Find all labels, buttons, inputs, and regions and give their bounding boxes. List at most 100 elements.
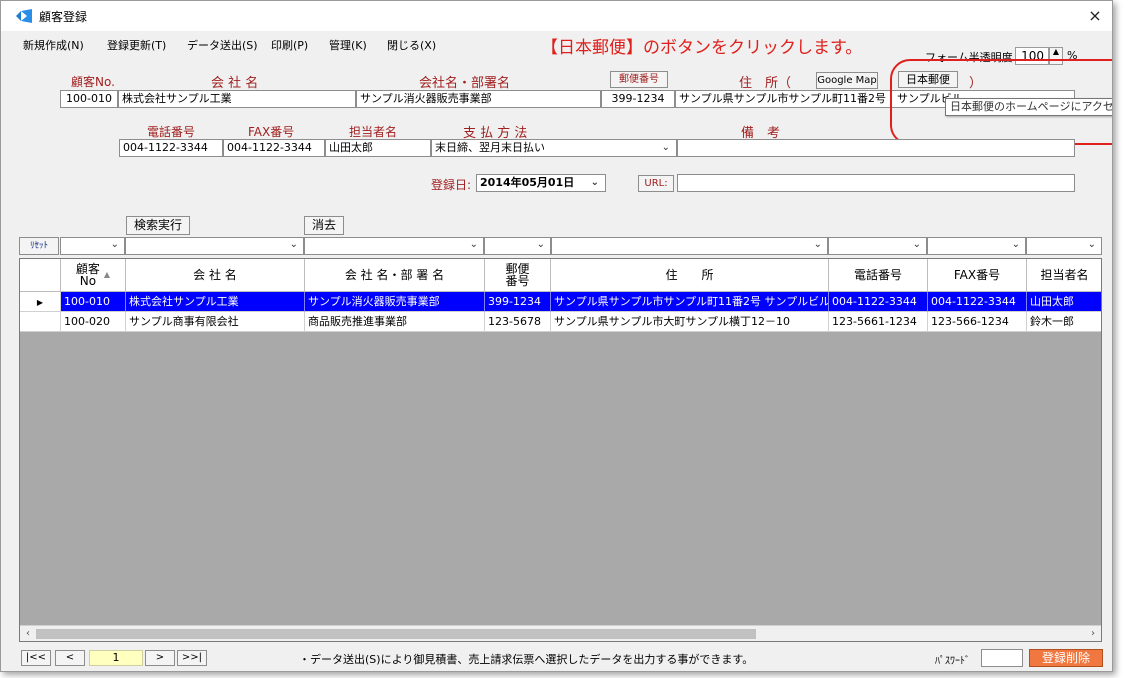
label-fax: FAX番号 (248, 125, 295, 139)
cell-company[interactable]: サンプル商事有限会社 (126, 312, 305, 332)
phone-field[interactable]: 004-1122-3344 (119, 139, 223, 157)
cell-phone[interactable]: 123-5661-1234 (829, 312, 928, 332)
label-phone: 電話番号 (147, 125, 196, 139)
row-selector[interactable]: ▶ (20, 292, 61, 312)
menu-manage[interactable]: 管理(K) (329, 37, 367, 53)
cell-department[interactable]: 商品販売推進事業部 (305, 312, 485, 332)
filter-department[interactable]: ⌄ (304, 237, 484, 255)
url-label: URL: (638, 175, 674, 192)
cell-address[interactable]: サンプル県サンプル市大町サンプル横丁12－10 (551, 312, 829, 332)
header-company[interactable]: 会 社 名 (126, 259, 305, 292)
cell-phone[interactable]: 004-1122-3344 (829, 292, 928, 312)
menu-update[interactable]: 登録更新(T) (107, 37, 166, 53)
contact-field[interactable]: 山田太郎 (325, 139, 431, 157)
prev-page-button[interactable]: < (55, 650, 85, 666)
cell-company[interactable]: 株式会社サンプル工業 (126, 292, 305, 312)
header-postal[interactable]: 郵便 番号 (485, 259, 551, 292)
chevron-down-icon: ⌄ (110, 239, 119, 250)
chevron-down-icon: ⌄ (1011, 239, 1020, 250)
menu-new[interactable]: 新規作成(N) (23, 37, 84, 53)
header-fax[interactable]: FAX番号 (928, 259, 1027, 292)
postal-code-button[interactable]: 郵便番号 (610, 71, 668, 88)
cell-postal[interactable]: 399-1234 (485, 292, 551, 312)
cell-customer-no[interactable]: 100-020 (61, 312, 126, 332)
scroll-left-icon[interactable]: ‹ (20, 626, 36, 641)
header-customer-no[interactable]: 顧客 No ▲ (61, 259, 126, 292)
cell-contact[interactable]: 鈴木一郎 (1027, 312, 1101, 332)
cell-postal[interactable]: 123-5678 (485, 312, 551, 332)
remarks-field[interactable] (677, 139, 1075, 157)
sort-asc-icon: ▲ (103, 270, 111, 279)
page-number[interactable]: 1 (89, 650, 143, 666)
filter-postal[interactable]: ⌄ (484, 237, 551, 255)
label-contact: 担当者名 (349, 125, 398, 139)
row-selector[interactable] (20, 312, 61, 332)
label-reg-date: 登録日: (431, 178, 472, 192)
window-title: 顧客登録 (39, 10, 88, 24)
table-row[interactable]: ▶ 100-010 株式会社サンプル工業 サンプル消火器販売事業部 399-12… (20, 292, 1101, 312)
filter-phone[interactable]: ⌄ (828, 237, 927, 255)
company-field[interactable]: 株式会社サンプル工業 (118, 90, 356, 108)
search-button[interactable]: 検索実行 (126, 216, 190, 235)
url-field[interactable] (677, 174, 1075, 192)
password-input[interactable] (981, 649, 1023, 667)
table-row[interactable]: 100-020 サンプル商事有限会社 商品販売推進事業部 123-5678 サン… (20, 312, 1101, 332)
last-page-button[interactable]: >>| (177, 650, 207, 666)
cell-contact[interactable]: 山田太郎 (1027, 292, 1101, 312)
header-department[interactable]: 会 社 名・部 署 名 (305, 259, 485, 292)
google-map-button[interactable]: Google Map (816, 72, 878, 89)
annotation-circle (890, 59, 1112, 145)
label-department: 会社名・部署名 (419, 76, 511, 91)
password-label: ﾊﾟｽﾜｰﾄﾞ (935, 656, 970, 667)
chevron-down-icon: ⌄ (536, 239, 545, 250)
spin-up-icon: ▲ (1052, 47, 1060, 56)
instruction-annotation: 【日本郵便】のボタンをクリックします。 (541, 38, 863, 58)
reset-button[interactable]: ﾘｾｯﾄ (19, 237, 59, 255)
header-contact[interactable]: 担当者名 (1027, 259, 1101, 292)
chevron-down-icon: ⌄ (813, 239, 822, 250)
scroll-right-icon[interactable]: › (1085, 626, 1101, 641)
chevron-down-icon: ⌄ (912, 239, 921, 250)
cell-customer-no[interactable]: 100-010 (61, 292, 126, 312)
filter-customer-no[interactable]: ⌄ (60, 237, 125, 255)
cell-fax[interactable]: 123-566-1234 (928, 312, 1027, 332)
menu-send-data[interactable]: データ送出(S) (187, 37, 258, 53)
chevron-down-icon: ⌄ (289, 239, 298, 250)
menu-print[interactable]: 印刷(P) (271, 37, 308, 53)
scroll-thumb[interactable] (36, 629, 756, 639)
close-button[interactable]: × (1084, 5, 1106, 27)
delete-button[interactable]: 登録削除 (1029, 649, 1103, 667)
next-page-button[interactable]: > (145, 650, 175, 666)
status-bar: |<< < 1 > >>| ・データ送出(S)により御見積書、売上請求伝票へ選択… (19, 648, 1109, 668)
chevron-down-icon: ⌄ (1087, 239, 1096, 250)
filter-contact[interactable]: ⌄ (1026, 237, 1102, 255)
fax-field[interactable]: 004-1122-3344 (223, 139, 325, 157)
cell-address[interactable]: サンプル県サンプル市サンプル町11番2号 サンプルビル… (551, 292, 829, 312)
cell-department[interactable]: サンプル消火器販売事業部 (305, 292, 485, 312)
footnote-text: ・データ送出(S)により御見積書、売上請求伝票へ選択したデータを出力する事ができ… (299, 653, 754, 666)
label-customer-no: 顧客No. (71, 75, 115, 89)
label-company: 会 社 名 (211, 76, 259, 91)
chevron-down-icon: ⌄ (469, 239, 478, 250)
filter-address[interactable]: ⌄ (551, 237, 828, 255)
payment-select[interactable]: 末日締、翌月末日払い ⌄ (431, 139, 677, 157)
grid-header: 顧客 No ▲ 会 社 名 会 社 名・部 署 名 郵便 番号 住 所 電話番号 … (20, 259, 1101, 292)
reg-date-picker[interactable]: 2014年05月01日 ⌄ (476, 174, 606, 192)
header-address[interactable]: 住 所 (551, 259, 829, 292)
header-phone[interactable]: 電話番号 (829, 259, 928, 292)
filter-company[interactable]: ⌄ (125, 237, 304, 255)
horizontal-scrollbar[interactable]: ‹ › (20, 625, 1101, 641)
department-field[interactable]: サンプル消火器販売事業部 (356, 90, 601, 108)
reg-date-value: 2014年05月01日 (480, 176, 575, 189)
postal-field[interactable]: 399-1234 (601, 90, 675, 108)
menu-close[interactable]: 閉じる(X) (387, 37, 436, 53)
first-page-button[interactable]: |<< (21, 650, 51, 666)
clear-button[interactable]: 消去 (304, 216, 344, 235)
payment-value: 末日締、翌月末日払い (435, 141, 545, 154)
customer-registration-window: 顧客登録 × 新規作成(N) 登録更新(T) データ送出(S) 印刷(P) 管理… (0, 0, 1113, 672)
customer-grid[interactable]: 顧客 No ▲ 会 社 名 会 社 名・部 署 名 郵便 番号 住 所 電話番号 … (19, 258, 1102, 642)
customer-no-field[interactable]: 100-010 (60, 90, 118, 108)
title-bar: 顧客登録 × (1, 1, 1112, 31)
filter-fax[interactable]: ⌄ (927, 237, 1026, 255)
cell-fax[interactable]: 004-1122-3344 (928, 292, 1027, 312)
